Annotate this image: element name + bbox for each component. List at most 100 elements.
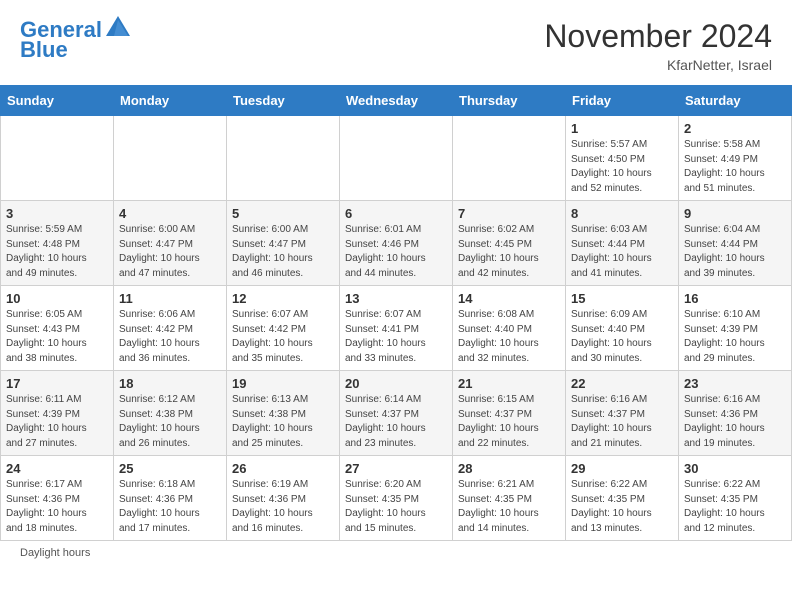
calendar-cell: 7 Sunrise: 6:02 AM Sunset: 4:45 PM Daylig… <box>453 201 566 286</box>
day-info: Sunrise: 6:20 AM Sunset: 4:35 PM Dayligh… <box>345 478 447 536</box>
day-number: 22 <box>571 376 673 391</box>
footer: Daylight hours <box>0 541 792 563</box>
day-number: 27 <box>345 461 447 476</box>
weekday-header-friday: Friday <box>566 86 679 116</box>
weekday-row: SundayMondayTuesdayWednesdayThursdayFrid… <box>1 86 792 116</box>
logo-icon <box>104 14 132 42</box>
calendar-week-3: 10 Sunrise: 6:05 AM Sunset: 4:43 PM Dayli… <box>1 286 792 371</box>
calendar-cell: 2 Sunrise: 5:58 AM Sunset: 4:49 PM Daylig… <box>679 116 792 201</box>
day-info: Sunrise: 6:22 AM Sunset: 4:35 PM Dayligh… <box>571 478 673 536</box>
day-number: 2 <box>684 121 786 136</box>
day-info: Sunrise: 6:21 AM Sunset: 4:35 PM Dayligh… <box>458 478 560 536</box>
day-info: Sunrise: 6:15 AM Sunset: 4:37 PM Dayligh… <box>458 393 560 451</box>
day-number: 25 <box>119 461 221 476</box>
day-info: Sunrise: 6:00 AM Sunset: 4:47 PM Dayligh… <box>119 223 221 281</box>
day-number: 26 <box>232 461 334 476</box>
day-info: Sunrise: 6:13 AM Sunset: 4:38 PM Dayligh… <box>232 393 334 451</box>
day-number: 1 <box>571 121 673 136</box>
day-number: 12 <box>232 291 334 306</box>
day-info: Sunrise: 5:59 AM Sunset: 4:48 PM Dayligh… <box>6 223 108 281</box>
day-info: Sunrise: 6:12 AM Sunset: 4:38 PM Dayligh… <box>119 393 221 451</box>
day-info: Sunrise: 6:07 AM Sunset: 4:42 PM Dayligh… <box>232 308 334 366</box>
day-number: 3 <box>6 206 108 221</box>
month-title: November 2024 <box>544 18 772 55</box>
day-number: 21 <box>458 376 560 391</box>
day-number: 15 <box>571 291 673 306</box>
page-container: General Blue November 2024 KfarNetter, I… <box>0 0 792 563</box>
calendar-cell: 8Sunrise: 6:03 AM Sunset: 4:44 PM Daylig… <box>566 201 679 286</box>
day-info: Sunrise: 6:01 AM Sunset: 4:46 PM Dayligh… <box>345 223 447 281</box>
calendar-cell: 14Sunrise: 6:08 AM Sunset: 4:40 PM Dayli… <box>453 286 566 371</box>
day-number: 13 <box>345 291 447 306</box>
weekday-header-saturday: Saturday <box>679 86 792 116</box>
calendar-cell: 12 Sunrise: 6:07 AM Sunset: 4:42 PM Dayli… <box>227 286 340 371</box>
day-info: Sunrise: 6:19 AM Sunset: 4:36 PM Dayligh… <box>232 478 334 536</box>
day-info: Sunrise: 6:18 AM Sunset: 4:36 PM Dayligh… <box>119 478 221 536</box>
day-number: 29 <box>571 461 673 476</box>
day-info: Sunrise: 6:00 AM Sunset: 4:47 PM Dayligh… <box>232 223 334 281</box>
day-number: 28 <box>458 461 560 476</box>
day-number: 10 <box>6 291 108 306</box>
calendar-cell: 25 Sunrise: 6:18 AM Sunset: 4:36 PM Dayli… <box>114 456 227 541</box>
calendar-cell <box>453 116 566 201</box>
day-number: 24 <box>6 461 108 476</box>
day-info: Sunrise: 6:02 AM Sunset: 4:45 PM Dayligh… <box>458 223 560 281</box>
day-number: 8 <box>571 206 673 221</box>
calendar-cell: 9Sunrise: 6:04 AM Sunset: 4:44 PM Daylig… <box>679 201 792 286</box>
day-info: Sunrise: 6:06 AM Sunset: 4:42 PM Dayligh… <box>119 308 221 366</box>
calendar-cell: 3 Sunrise: 5:59 AM Sunset: 4:48 PM Daylig… <box>1 201 114 286</box>
weekday-header-wednesday: Wednesday <box>340 86 453 116</box>
day-number: 6 <box>345 206 447 221</box>
day-number: 7 <box>458 206 560 221</box>
calendar-cell: 5 Sunrise: 6:00 AM Sunset: 4:47 PM Daylig… <box>227 201 340 286</box>
location: KfarNetter, Israel <box>544 57 772 73</box>
day-info: Sunrise: 5:58 AM Sunset: 4:49 PM Dayligh… <box>684 138 786 196</box>
day-number: 17 <box>6 376 108 391</box>
day-number: 5 <box>232 206 334 221</box>
calendar-cell: 16Sunrise: 6:10 AM Sunset: 4:39 PM Dayli… <box>679 286 792 371</box>
calendar-cell: 15Sunrise: 6:09 AM Sunset: 4:40 PM Dayli… <box>566 286 679 371</box>
day-info: Sunrise: 6:04 AM Sunset: 4:44 PM Dayligh… <box>684 223 786 281</box>
title-block: November 2024 KfarNetter, Israel <box>544 18 772 73</box>
weekday-header-monday: Monday <box>114 86 227 116</box>
calendar-cell <box>114 116 227 201</box>
calendar-cell: 30Sunrise: 6:22 AM Sunset: 4:35 PM Dayli… <box>679 456 792 541</box>
calendar-cell: 10 Sunrise: 6:05 AM Sunset: 4:43 PM Dayli… <box>1 286 114 371</box>
calendar-week-4: 17 Sunrise: 6:11 AM Sunset: 4:39 PM Dayli… <box>1 371 792 456</box>
calendar-cell: 29 Sunrise: 6:22 AM Sunset: 4:35 PM Dayli… <box>566 456 679 541</box>
calendar-header: SundayMondayTuesdayWednesdayThursdayFrid… <box>1 86 792 116</box>
calendar-cell: 1 Sunrise: 5:57 AM Sunset: 4:50 PM Daylig… <box>566 116 679 201</box>
daylight-label: Daylight hours <box>20 547 90 559</box>
day-number: 16 <box>684 291 786 306</box>
logo-blue: Blue <box>20 38 68 62</box>
calendar-cell: 6 Sunrise: 6:01 AM Sunset: 4:46 PM Daylig… <box>340 201 453 286</box>
calendar-cell <box>227 116 340 201</box>
day-info: Sunrise: 6:05 AM Sunset: 4:43 PM Dayligh… <box>6 308 108 366</box>
day-info: Sunrise: 6:17 AM Sunset: 4:36 PM Dayligh… <box>6 478 108 536</box>
calendar-cell: 24 Sunrise: 6:17 AM Sunset: 4:36 PM Dayli… <box>1 456 114 541</box>
page-header: General Blue November 2024 KfarNetter, I… <box>0 0 792 81</box>
weekday-header-sunday: Sunday <box>1 86 114 116</box>
calendar-cell: 28 Sunrise: 6:21 AM Sunset: 4:35 PM Dayli… <box>453 456 566 541</box>
day-number: 14 <box>458 291 560 306</box>
day-number: 19 <box>232 376 334 391</box>
day-info: Sunrise: 6:16 AM Sunset: 4:37 PM Dayligh… <box>571 393 673 451</box>
day-number: 23 <box>684 376 786 391</box>
day-info: Sunrise: 6:14 AM Sunset: 4:37 PM Dayligh… <box>345 393 447 451</box>
logo: General Blue <box>20 18 132 62</box>
calendar-cell: 4 Sunrise: 6:00 AM Sunset: 4:47 PM Daylig… <box>114 201 227 286</box>
calendar-week-1: 1 Sunrise: 5:57 AM Sunset: 4:50 PM Daylig… <box>1 116 792 201</box>
day-number: 4 <box>119 206 221 221</box>
day-info: Sunrise: 5:57 AM Sunset: 4:50 PM Dayligh… <box>571 138 673 196</box>
calendar-cell: 17 Sunrise: 6:11 AM Sunset: 4:39 PM Dayli… <box>1 371 114 456</box>
day-info: Sunrise: 6:07 AM Sunset: 4:41 PM Dayligh… <box>345 308 447 366</box>
calendar-week-5: 24 Sunrise: 6:17 AM Sunset: 4:36 PM Dayli… <box>1 456 792 541</box>
day-info: Sunrise: 6:11 AM Sunset: 4:39 PM Dayligh… <box>6 393 108 451</box>
calendar-cell: 18Sunrise: 6:12 AM Sunset: 4:38 PM Dayli… <box>114 371 227 456</box>
calendar-cell: 13 Sunrise: 6:07 AM Sunset: 4:41 PM Dayli… <box>340 286 453 371</box>
calendar-cell: 21 Sunrise: 6:15 AM Sunset: 4:37 PM Dayli… <box>453 371 566 456</box>
calendar-cell <box>1 116 114 201</box>
calendar-cell: 19 Sunrise: 6:13 AM Sunset: 4:38 PM Dayli… <box>227 371 340 456</box>
calendar-cell: 20Sunrise: 6:14 AM Sunset: 4:37 PM Dayli… <box>340 371 453 456</box>
calendar-cell: 22 Sunrise: 6:16 AM Sunset: 4:37 PM Dayli… <box>566 371 679 456</box>
